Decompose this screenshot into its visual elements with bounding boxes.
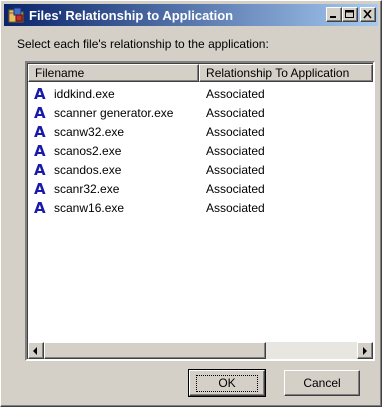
close-button[interactable]	[360, 7, 376, 22]
application-file-icon: A	[34, 122, 46, 141]
scroll-right-button[interactable]	[357, 342, 373, 359]
filename-cell: scanr32.exe	[54, 181, 120, 196]
relationship-cell[interactable]: Associated	[206, 106, 265, 120]
filename-cell: scanw32.exe	[54, 124, 125, 139]
list-item[interactable]: Ascanw32.exe Associated	[28, 122, 373, 141]
file-list[interactable]: Filename Relationship To Application Aid…	[25, 61, 375, 361]
filename-cell: scanos2.exe	[54, 143, 122, 158]
filename-cell: scanw16.exe	[54, 200, 125, 215]
cancel-button[interactable]: Cancel	[284, 370, 360, 396]
column-header-relationship[interactable]: Relationship To Application	[199, 64, 373, 82]
list-item[interactable]: Ascanr32.exe Associated	[28, 179, 373, 198]
list-rows: Aiddkind.exe Associated Ascanner generat…	[28, 84, 373, 217]
relationship-cell[interactable]: Associated	[206, 144, 265, 158]
filename-cell: iddkind.exe	[54, 86, 115, 101]
column-header-filename[interactable]: Filename	[28, 64, 200, 82]
relationship-cell[interactable]: Associated	[206, 125, 265, 139]
title-buttons	[326, 7, 376, 22]
horizontal-scrollbar[interactable]	[28, 342, 373, 359]
window-title: Files' Relationship to Application	[29, 7, 234, 23]
maximize-icon	[345, 10, 354, 18]
ok-button[interactable]: OK	[188, 369, 266, 397]
scrollbar-thumb[interactable]	[44, 342, 266, 359]
close-icon	[363, 10, 372, 19]
arrow-left-icon	[33, 347, 37, 355]
application-file-icon: A	[34, 84, 46, 103]
application-file-icon: A	[34, 179, 46, 198]
list-item[interactable]: Ascandos.exe Associated	[28, 160, 373, 179]
application-file-icon: A	[34, 198, 46, 217]
ok-button-label: OK	[196, 374, 258, 392]
application-file-icon: A	[34, 141, 46, 160]
application-file-icon: A	[34, 160, 46, 179]
title-bar[interactable]: Files' Relationship to Application	[4, 4, 378, 26]
application-file-icon: A	[34, 103, 46, 122]
filename-cell: scanner generator.exe	[54, 105, 174, 120]
relationship-cell[interactable]: Associated	[206, 182, 265, 196]
relationship-cell[interactable]: Associated	[206, 163, 265, 177]
maximize-button[interactable]	[342, 7, 358, 22]
relationship-cell[interactable]: Associated	[206, 201, 265, 215]
dialog-window: Files' Relationship to Application Selec…	[0, 0, 382, 407]
list-item[interactable]: Ascanw16.exe Associated	[28, 198, 373, 217]
arrow-right-icon	[363, 347, 367, 355]
relationship-cell[interactable]: Associated	[206, 87, 265, 101]
scroll-left-button[interactable]	[28, 342, 44, 359]
minimize-button[interactable]	[326, 7, 342, 22]
list-item[interactable]: Aiddkind.exe Associated	[28, 84, 373, 103]
filename-cell: scandos.exe	[54, 162, 122, 177]
list-header: Filename Relationship To Application	[28, 64, 373, 82]
list-item[interactable]: Ascanos2.exe Associated	[28, 141, 373, 160]
instruction-label: Select each file's relationship to the a…	[17, 37, 269, 51]
scrollbar-track[interactable]	[266, 342, 357, 359]
folder-app-icon	[8, 7, 25, 23]
minimize-icon	[330, 16, 336, 18]
list-item[interactable]: Ascanner generator.exe Associated	[28, 103, 373, 122]
